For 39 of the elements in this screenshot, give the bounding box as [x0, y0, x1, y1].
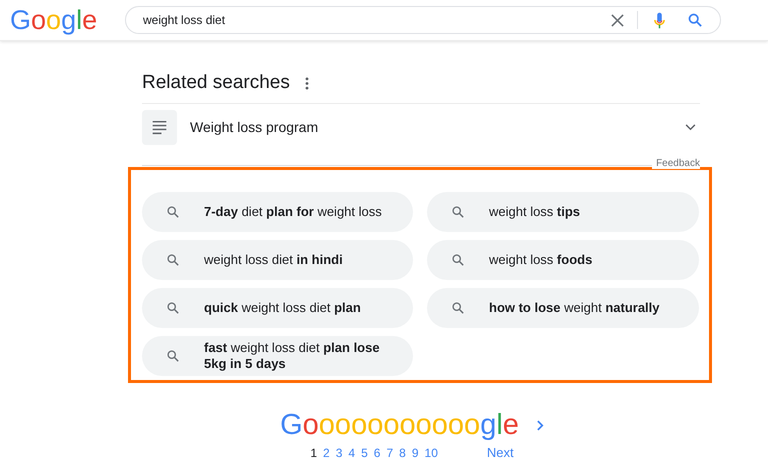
search-icon [452, 206, 464, 218]
page-link[interactable]: 5 [361, 446, 368, 460]
chevron-icon [685, 124, 696, 130]
search-icon [452, 254, 464, 266]
page-link[interactable]: 1 [310, 446, 318, 460]
list-icon [142, 110, 177, 144]
search-bar[interactable]: weight loss diet [125, 6, 721, 34]
microphone-icon[interactable] [654, 12, 665, 28]
search-field[interactable]: weight loss diet [143, 13, 611, 27]
more-options-icon[interactable] [304, 76, 309, 90]
suggestion-chip[interactable]: weight loss tips [427, 192, 699, 232]
chevron-icon[interactable] [536, 420, 544, 430]
suggestion-chip[interactable]: weight loss diet in hindi [142, 240, 413, 280]
next-link[interactable]: Next [486, 445, 514, 460]
search-icon [167, 206, 179, 218]
page-link[interactable]: 3 [336, 446, 342, 460]
search-icon[interactable] [688, 13, 702, 27]
feedback-link[interactable]: Feedback [652, 158, 700, 169]
suggestion-chip[interactable]: weight loss foods [427, 240, 699, 280]
search-icon [167, 302, 179, 314]
suggestion-chip[interactable]: how to lose weight naturally [427, 288, 699, 328]
suggestion-chip[interactable]: 7-day diet plan for weight loss [142, 192, 413, 232]
search-icon [167, 350, 179, 362]
accordion-row[interactable]: Weight loss program [142, 109, 700, 145]
page-link[interactable]: 6 [374, 446, 380, 460]
page-link[interactable]: 8 [399, 446, 406, 460]
close-icon[interactable] [611, 14, 624, 26]
google-logo[interactable]: Google [10, 3, 94, 37]
pagination-logo: Gooooooooooogle [280, 408, 519, 443]
search-icon [167, 254, 179, 266]
section-title: Related searches [142, 72, 290, 94]
suggestion-chip[interactable]: fast weight loss diet plan lose 5kg in 5 days [142, 336, 413, 376]
page-link[interactable]: 4 [348, 446, 356, 460]
search-icon [452, 302, 464, 314]
page-link[interactable]: 10 [424, 446, 438, 460]
suggestion-chip[interactable]: quick weight loss diet plan [142, 288, 413, 328]
page-link[interactable]: 2 [323, 446, 330, 460]
page-link[interactable]: 7 [386, 446, 394, 460]
page-link[interactable]: 9 [412, 446, 419, 460]
